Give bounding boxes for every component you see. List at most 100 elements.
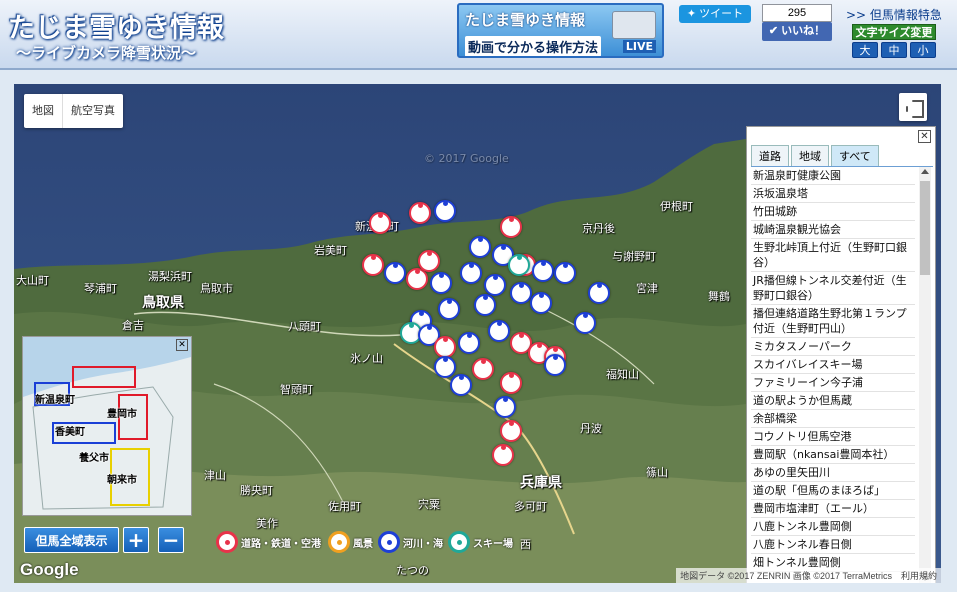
legend-scenery: 風景: [328, 531, 373, 553]
camera-marker[interactable]: [588, 282, 610, 304]
camera-list-item[interactable]: あゆの里矢田川: [751, 464, 915, 482]
site-title: たじま雪ゆき情報: [8, 13, 224, 44]
camera-marker[interactable]: [434, 356, 456, 378]
place-label: 智頭町: [280, 383, 313, 396]
camera-marker[interactable]: [434, 336, 456, 358]
camera-marker[interactable]: [500, 420, 522, 442]
place-label: 佐用町: [328, 500, 361, 513]
panel-tabs: 道路 地域 すべて: [751, 145, 933, 167]
camera-marker[interactable]: [554, 262, 576, 284]
camera-marker[interactable]: [430, 272, 452, 294]
camera-list-item[interactable]: 豊岡市塩津町（エール）: [751, 500, 915, 518]
camera-marker[interactable]: [492, 444, 514, 466]
scenery-camera-icon: [328, 531, 350, 553]
camera-list-item[interactable]: 城崎温泉観光協会: [751, 221, 915, 239]
legend-label: 道路・鉄道・空港: [241, 538, 321, 550]
close-icon[interactable]: ✕: [176, 339, 188, 351]
camera-marker[interactable]: [384, 262, 406, 284]
camera-marker[interactable]: [469, 236, 491, 258]
list-scrollbar[interactable]: [919, 167, 931, 583]
scroll-up-icon[interactable]: [921, 169, 929, 174]
tab-road[interactable]: 道路: [751, 145, 789, 166]
banner-subtitle: 動画で分かる操作方法: [465, 36, 602, 56]
camera-marker[interactable]: [544, 354, 566, 376]
scroll-thumb[interactable]: [920, 181, 930, 275]
tweet-button[interactable]: ✦ ツイート: [679, 5, 751, 23]
camera-list: 新温泉町健康公園 浜坂温泉塔 竹田城跡 城崎温泉観光協会 生野北峠頂上付近（生野町口銀谷…: [751, 167, 915, 583]
legend-label: 河川・海: [403, 538, 443, 550]
camera-marker[interactable]: [458, 332, 480, 354]
banner-title: たじま雪ゆき情報: [465, 11, 586, 29]
minimap-label: 香美町: [55, 427, 85, 438]
tab-area[interactable]: 地域: [791, 145, 829, 166]
twitter-bird-icon: ✦: [686, 8, 700, 20]
camera-marker[interactable]: [500, 372, 522, 394]
zoom-in-button[interactable]: +: [123, 527, 149, 553]
zoom-out-button[interactable]: −: [158, 527, 184, 553]
camera-marker[interactable]: [574, 312, 596, 334]
map-type-satellite-button[interactable]: 航空写真: [62, 94, 123, 128]
place-label: 伊根町: [660, 200, 693, 213]
camera-marker[interactable]: [508, 254, 530, 276]
site-subtitle: ～ライブカメラ降雪状況～: [16, 44, 197, 62]
like-button[interactable]: ✔ いいね！: [762, 22, 832, 41]
camera-marker[interactable]: [418, 250, 440, 272]
camera-list-item[interactable]: スカイバレイスキー場: [751, 356, 915, 374]
like-count: 295: [762, 4, 832, 22]
font-size-small-button[interactable]: 小: [910, 42, 936, 58]
camera-list-item[interactable]: 八鹿トンネル春日側: [751, 536, 915, 554]
tab-all[interactable]: すべて: [831, 145, 879, 166]
camera-list-item[interactable]: 生野北峠頂上付近（生野町口銀谷）: [751, 239, 915, 272]
camera-marker[interactable]: [494, 396, 516, 418]
camera-list-item[interactable]: 道の駅「但馬のまほろば」: [751, 482, 915, 500]
camera-list-item[interactable]: JR播但線トンネル交差付近（生野町口銀谷）: [751, 272, 915, 305]
camera-list-item[interactable]: 浜坂温泉塔: [751, 185, 915, 203]
camera-list-item[interactable]: ミカタスノーパーク: [751, 338, 915, 356]
check-icon: ✔: [768, 25, 782, 37]
font-size-large-button[interactable]: 大: [852, 42, 878, 58]
camera-marker[interactable]: [472, 358, 494, 380]
legend-label: 風景: [353, 538, 373, 550]
camera-marker[interactable]: [488, 320, 510, 342]
camera-list-item[interactable]: 新温泉町健康公園: [751, 167, 915, 185]
camera-list-item[interactable]: 八鹿トンネル豊岡側: [751, 518, 915, 536]
camera-marker[interactable]: [500, 216, 522, 238]
map-canvas[interactable]: 新温泉町 岩美町 鳥取市 鳥取県 倉吉 八頭町 智頭町 津山 勝央町 美作 佐用…: [14, 84, 941, 583]
place-label: 福知山: [606, 368, 639, 381]
map-type-control: 地図 航空写真: [24, 94, 123, 128]
camera-list-item[interactable]: 豊岡駅（nkansai豊岡本社）: [751, 446, 915, 464]
camera-marker[interactable]: [460, 262, 482, 284]
camera-marker[interactable]: [484, 274, 506, 296]
map-attribution[interactable]: 地図データ ©2017 ZENRIN 画像 ©2017 TerraMetrics…: [676, 568, 941, 583]
overview-minimap[interactable]: ✕ 新温泉町 豊岡市 香美町 養父市 朝来市: [22, 336, 192, 516]
show-whole-area-button[interactable]: 但馬全域表示: [24, 527, 119, 553]
camera-marker[interactable]: [434, 200, 456, 222]
camera-list-item[interactable]: 余部橋梁: [751, 410, 915, 428]
camera-list-item[interactable]: 竹田城跡: [751, 203, 915, 221]
special-link[interactable]: >> 但馬情報特急: [846, 6, 942, 23]
legend-road: 道路・鉄道・空港: [216, 531, 321, 553]
camera-marker[interactable]: [510, 282, 532, 304]
camera-marker[interactable]: [369, 212, 391, 234]
camera-marker[interactable]: [474, 294, 496, 316]
camera-list-item[interactable]: 播但連絡道路生野北第１ランプ付近（生野町円山）: [751, 305, 915, 338]
place-label: 京丹後: [582, 222, 615, 235]
camera-marker[interactable]: [532, 260, 554, 282]
camera-list-item[interactable]: 道の駅ようか但馬蔵: [751, 392, 915, 410]
map-type-map-button[interactable]: 地図: [24, 94, 62, 128]
tweet-label: ツイート: [699, 8, 744, 20]
font-size-medium-button[interactable]: 中: [881, 42, 907, 58]
camera-marker[interactable]: [438, 298, 460, 320]
camera-list-item[interactable]: ファミリーイン今子浦: [751, 374, 915, 392]
minimap-label: 朝来市: [107, 475, 137, 486]
minimap-label: 養父市: [79, 453, 109, 464]
camera-marker[interactable]: [362, 254, 384, 276]
close-icon[interactable]: ✕: [918, 130, 931, 143]
camera-list-item[interactable]: コウノトリ但馬空港: [751, 428, 915, 446]
camera-marker[interactable]: [450, 374, 472, 396]
fullscreen-icon[interactable]: [899, 93, 927, 121]
place-label: 鳥取市: [200, 282, 233, 295]
camera-marker[interactable]: [409, 202, 431, 224]
how-to-banner[interactable]: たじま雪ゆき情報 動画で分かる操作方法 LIVE: [457, 3, 664, 58]
camera-marker[interactable]: [530, 292, 552, 314]
